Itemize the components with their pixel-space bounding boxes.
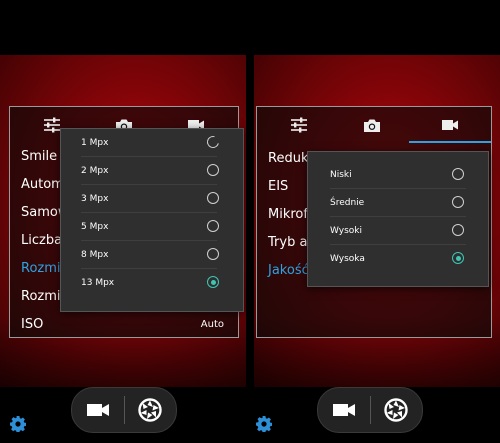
option-label: Wysoki bbox=[330, 226, 362, 236]
option-label: 5 Mpx bbox=[81, 222, 109, 232]
radio-button[interactable] bbox=[452, 196, 464, 208]
option-label: 2 Mpx bbox=[81, 166, 109, 176]
shutter-icon bbox=[138, 398, 162, 422]
camera-icon bbox=[364, 119, 380, 132]
option-label: 3 Mpx bbox=[81, 194, 109, 204]
sliders-icon bbox=[291, 117, 307, 133]
popup-option[interactable]: Średnie bbox=[330, 189, 466, 217]
video-camera-icon bbox=[87, 404, 109, 416]
left-camera-screen: Smile s Automa Samow Liczba Rozmia Rozmi… bbox=[0, 0, 246, 443]
popup-option[interactable]: 3 Mpx bbox=[81, 185, 219, 213]
option-label: Niski bbox=[330, 170, 352, 180]
active-tab-indicator bbox=[409, 141, 491, 143]
setting-label: Jakość bbox=[268, 263, 309, 278]
radio-button[interactable] bbox=[207, 220, 219, 232]
popup-option[interactable]: 5 Mpx bbox=[81, 213, 219, 241]
video-mode-button[interactable] bbox=[72, 388, 124, 432]
setting-value: Auto bbox=[200, 319, 224, 330]
popup-option[interactable]: 1 Mpx bbox=[81, 129, 222, 157]
radio-button[interactable] bbox=[207, 164, 219, 176]
shutter-button[interactable] bbox=[124, 388, 176, 432]
setting-label: Liczba bbox=[21, 233, 63, 248]
radio-button[interactable] bbox=[207, 192, 219, 204]
video-icon bbox=[442, 120, 458, 130]
mode-switcher bbox=[71, 387, 177, 433]
shutter-button[interactable] bbox=[370, 388, 422, 432]
option-label: Średnie bbox=[330, 198, 365, 208]
quality-popup: Niski Średnie Wysoki Wysoka bbox=[307, 151, 489, 287]
setting-label: EIS bbox=[268, 179, 289, 194]
radio-button[interactable] bbox=[452, 224, 464, 236]
popup-option[interactable]: Wysoki bbox=[330, 217, 466, 245]
popup-option[interactable]: 8 Mpx bbox=[81, 241, 219, 269]
popup-option[interactable]: Niski bbox=[330, 161, 466, 189]
radio-button-selected[interactable] bbox=[207, 276, 219, 288]
option-label: 8 Mpx bbox=[81, 250, 109, 260]
option-label: 13 Mpx bbox=[81, 278, 115, 288]
radio-button[interactable] bbox=[204, 133, 222, 151]
sliders-icon bbox=[44, 117, 60, 133]
gear-icon[interactable] bbox=[10, 416, 26, 432]
resolution-popup: 1 Mpx 2 Mpx 3 Mpx 5 Mpx 8 Mpx 13 Mpx bbox=[60, 128, 244, 312]
video-mode-button[interactable] bbox=[318, 388, 370, 432]
bottom-bar bbox=[254, 387, 500, 443]
radio-button[interactable] bbox=[207, 248, 219, 260]
gear-icon[interactable] bbox=[256, 416, 272, 432]
bottom-bar bbox=[0, 387, 246, 443]
tab-video-active[interactable] bbox=[409, 107, 491, 143]
shutter-icon bbox=[384, 398, 408, 422]
mode-switcher bbox=[317, 387, 423, 433]
option-label: Wysoka bbox=[330, 254, 365, 264]
settings-tabs bbox=[257, 107, 491, 143]
right-camera-screen: Reduko EIS Mikrofo Tryb au Jakość Niski … bbox=[254, 0, 500, 443]
setting-row-iso[interactable]: ISO Auto bbox=[10, 311, 238, 339]
popup-option-selected[interactable]: Wysoka bbox=[330, 245, 466, 273]
option-label: 1 Mpx bbox=[81, 138, 109, 148]
popup-option[interactable]: 2 Mpx bbox=[81, 157, 219, 185]
popup-option-selected[interactable]: 13 Mpx bbox=[81, 269, 219, 297]
radio-button[interactable] bbox=[452, 168, 464, 180]
tab-general[interactable] bbox=[285, 107, 313, 143]
radio-button-selected[interactable] bbox=[452, 252, 464, 264]
tab-photo[interactable] bbox=[358, 107, 386, 143]
setting-label: ISO bbox=[21, 317, 44, 332]
video-camera-icon bbox=[333, 404, 355, 416]
